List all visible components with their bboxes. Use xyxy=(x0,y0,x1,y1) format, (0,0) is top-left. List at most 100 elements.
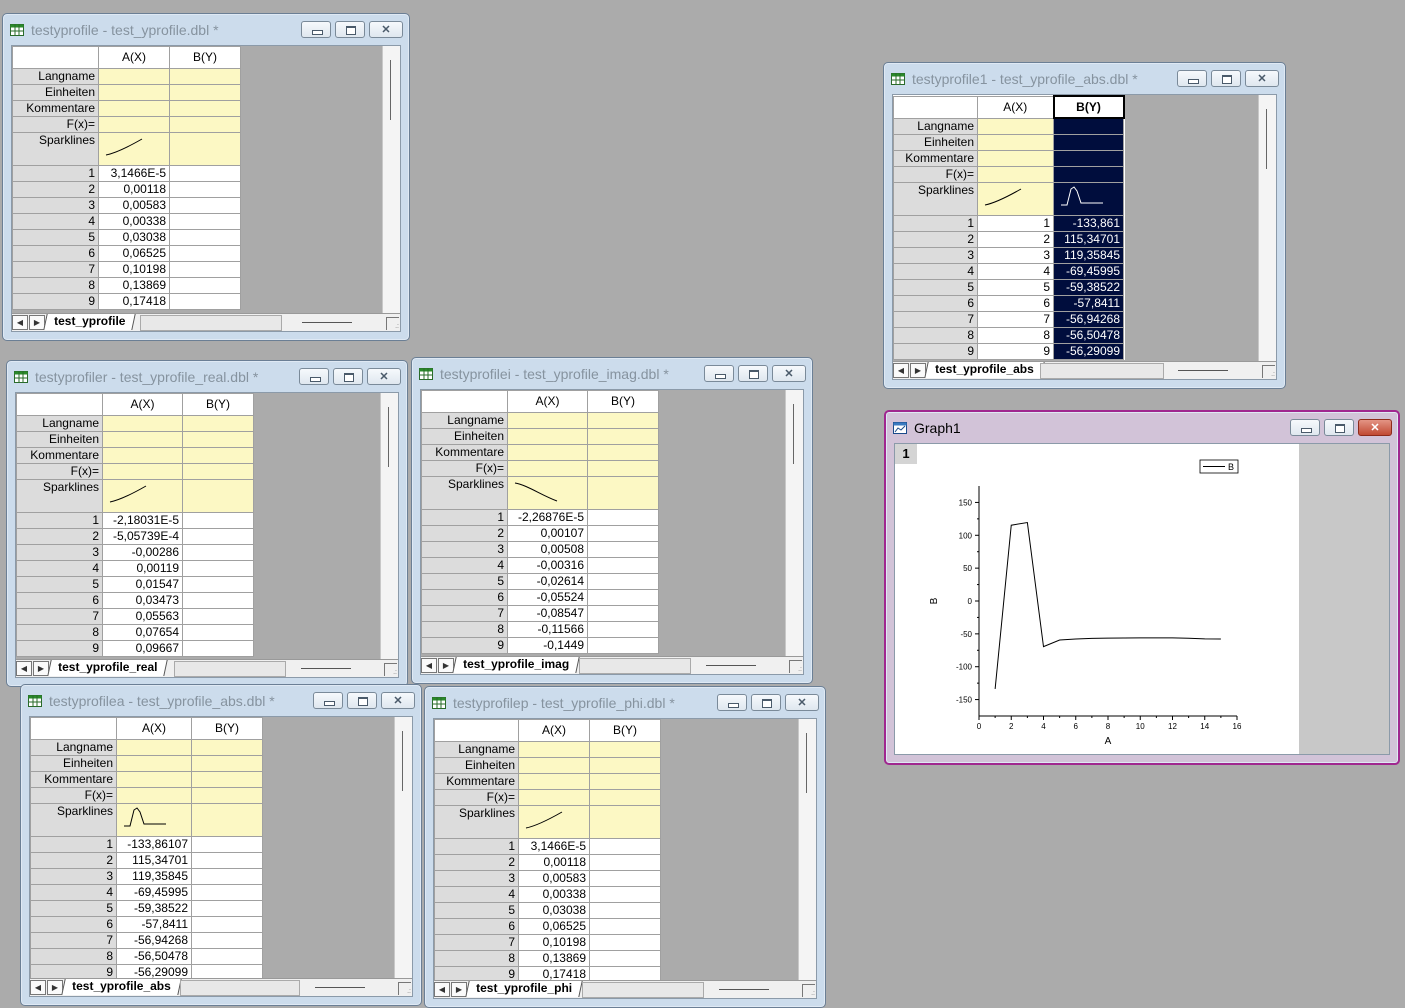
cell-a[interactable]: -0,08547 xyxy=(507,605,588,622)
meta-cell-a[interactable] xyxy=(102,479,183,513)
row-number[interactable]: 1 xyxy=(30,836,117,853)
cell-a[interactable]: -59,38522 xyxy=(116,900,192,917)
worksheet[interactable]: A(X) B(Y) Langname Einheiten Kommentare F(x)=… xyxy=(11,45,401,332)
cell-b[interactable] xyxy=(587,557,659,574)
cell-b[interactable] xyxy=(587,573,659,590)
horizontal-scrollbar[interactable] xyxy=(180,980,300,996)
close-button[interactable]: ✕ xyxy=(367,368,401,385)
meta-cell-b[interactable] xyxy=(191,787,263,804)
resize-grip-icon[interactable]: .: xyxy=(802,984,815,997)
row-number[interactable]: 9 xyxy=(893,342,978,360)
meta-cell-b[interactable] xyxy=(169,68,241,85)
row-number[interactable]: 7 xyxy=(30,932,117,949)
row-number[interactable]: 2 xyxy=(893,230,978,248)
cell-a[interactable]: 0,06525 xyxy=(518,918,590,935)
title-bar[interactable]: testyprofiler - test_yprofile_real.dbl *… xyxy=(7,361,407,393)
cell-b[interactable] xyxy=(191,852,263,869)
corner-cell[interactable] xyxy=(12,46,99,69)
cell-a[interactable]: -2,18031E-5 xyxy=(102,512,183,529)
sheet-tab[interactable]: test_yprofile_real xyxy=(47,660,169,676)
meta-cell-a[interactable] xyxy=(102,447,183,464)
vertical-scrollbar[interactable] xyxy=(1258,95,1276,362)
cell-b[interactable] xyxy=(169,261,241,278)
cell-a[interactable]: 3 xyxy=(977,246,1054,264)
cell-b[interactable] xyxy=(191,948,263,965)
tab-prev-icon[interactable]: ◀ xyxy=(12,315,28,330)
cell-a[interactable]: -0,02614 xyxy=(507,573,588,590)
row-number[interactable]: 2 xyxy=(434,854,519,871)
sheet-tab[interactable]: test_yprofile_imag xyxy=(452,657,580,673)
sheet-tab[interactable]: test_yprofile xyxy=(43,314,137,330)
cell-b[interactable] xyxy=(587,525,659,542)
cell-b[interactable] xyxy=(182,624,254,641)
cell-a[interactable]: -0,05524 xyxy=(507,589,588,606)
cell-a[interactable]: 0,03473 xyxy=(102,592,183,609)
meta-cell-b[interactable] xyxy=(191,771,263,788)
worksheet-grid[interactable]: A(X) B(Y) Langname Einheiten Kommentare F(x)=… xyxy=(12,46,241,310)
sheet-tab[interactable]: test_yprofile_abs xyxy=(924,362,1045,378)
tab-prev-icon[interactable]: ◀ xyxy=(16,661,32,676)
cell-a[interactable]: -56,50478 xyxy=(116,948,192,965)
row-number[interactable]: 5 xyxy=(12,229,99,246)
cell-b[interactable] xyxy=(182,512,254,529)
worksheet[interactable]: A(X) B(Y) Langname Einheiten Kommentare F(x)=… xyxy=(420,389,804,675)
cell-b[interactable]: -56,50478 xyxy=(1053,326,1124,344)
row-number[interactable]: 6 xyxy=(893,294,978,312)
vertical-scrollbar[interactable] xyxy=(394,717,412,979)
meta-cell-b[interactable] xyxy=(589,789,661,806)
cell-a[interactable]: 0,09667 xyxy=(102,640,183,657)
cell-a[interactable]: -0,00286 xyxy=(102,544,183,561)
vertical-scrollbar[interactable] xyxy=(382,46,400,314)
cell-a[interactable]: 0,01547 xyxy=(102,576,183,593)
horizontal-scrollbar[interactable] xyxy=(140,315,282,331)
meta-cell-a[interactable] xyxy=(102,463,183,480)
meta-cell-b[interactable] xyxy=(191,755,263,772)
corner-cell[interactable] xyxy=(893,95,978,119)
column-header-a[interactable]: A(X) xyxy=(116,717,192,740)
cell-b[interactable] xyxy=(587,541,659,558)
cell-b[interactable]: -57,8411 xyxy=(1053,294,1124,312)
cell-a[interactable]: 0,06525 xyxy=(98,245,170,262)
meta-cell-a[interactable] xyxy=(518,757,590,774)
cell-a[interactable]: 3,1466E-5 xyxy=(98,165,170,182)
horizontal-scrollbar[interactable] xyxy=(582,982,704,998)
meta-cell-a[interactable] xyxy=(116,755,192,772)
cell-a[interactable]: 0,00338 xyxy=(518,886,590,903)
cell-a[interactable]: 0,00338 xyxy=(98,213,170,230)
tab-prev-icon[interactable]: ◀ xyxy=(434,982,450,997)
cell-b[interactable] xyxy=(587,637,659,654)
row-number[interactable]: 9 xyxy=(421,637,508,654)
cell-a[interactable]: 115,34701 xyxy=(116,852,192,869)
meta-cell-b[interactable] xyxy=(182,479,254,513)
title-bar[interactable]: testyprofilep - test_yprofile_phi.dbl * … xyxy=(425,687,825,719)
cell-a[interactable]: 0,10198 xyxy=(518,934,590,951)
row-number[interactable]: 8 xyxy=(30,948,117,965)
meta-cell-b[interactable] xyxy=(589,773,661,790)
cell-a[interactable]: 0,00583 xyxy=(98,197,170,214)
column-header-b[interactable]: B(Y) xyxy=(191,717,263,740)
row-number[interactable]: 7 xyxy=(421,605,508,622)
title-bar[interactable]: testyprofilea - test_yprofile_abs.dbl * … xyxy=(21,685,421,717)
cell-a[interactable]: 0,10198 xyxy=(98,261,170,278)
line-chart[interactable]: 0 2 4 6 8 10 12 14 16 -150 -100 -50 0 50 100 150 A B B xyxy=(895,444,1299,754)
cell-b[interactable] xyxy=(589,854,661,871)
cell-a[interactable]: 0,13869 xyxy=(98,277,170,294)
close-button[interactable]: ✕ xyxy=(369,21,403,38)
sheet-tab[interactable]: test_yprofile_phi xyxy=(465,981,583,997)
cell-a[interactable]: 3,1466E-5 xyxy=(518,838,590,855)
row-number[interactable]: 5 xyxy=(893,278,978,296)
meta-cell-a[interactable] xyxy=(116,771,192,788)
corner-cell[interactable] xyxy=(30,717,117,740)
cell-b[interactable] xyxy=(589,918,661,935)
cell-b[interactable] xyxy=(169,213,241,230)
title-bar[interactable]: testyprofile1 - test_yprofile_abs.dbl * … xyxy=(884,63,1285,95)
title-bar[interactable]: testyprofile - test_yprofile.dbl * ✕ xyxy=(3,14,409,46)
workbook-window-testyprofile[interactable]: testyprofile - test_yprofile.dbl * ✕ A(X… xyxy=(2,13,410,341)
meta-cell-a[interactable] xyxy=(977,117,1054,135)
column-header-b[interactable]: B(Y) xyxy=(1052,95,1125,119)
cell-a[interactable]: 0,13869 xyxy=(518,950,590,967)
row-number[interactable]: 4 xyxy=(30,884,117,901)
meta-cell-b[interactable] xyxy=(182,415,254,432)
meta-cell-a[interactable] xyxy=(518,773,590,790)
row-number[interactable]: 9 xyxy=(16,640,103,657)
